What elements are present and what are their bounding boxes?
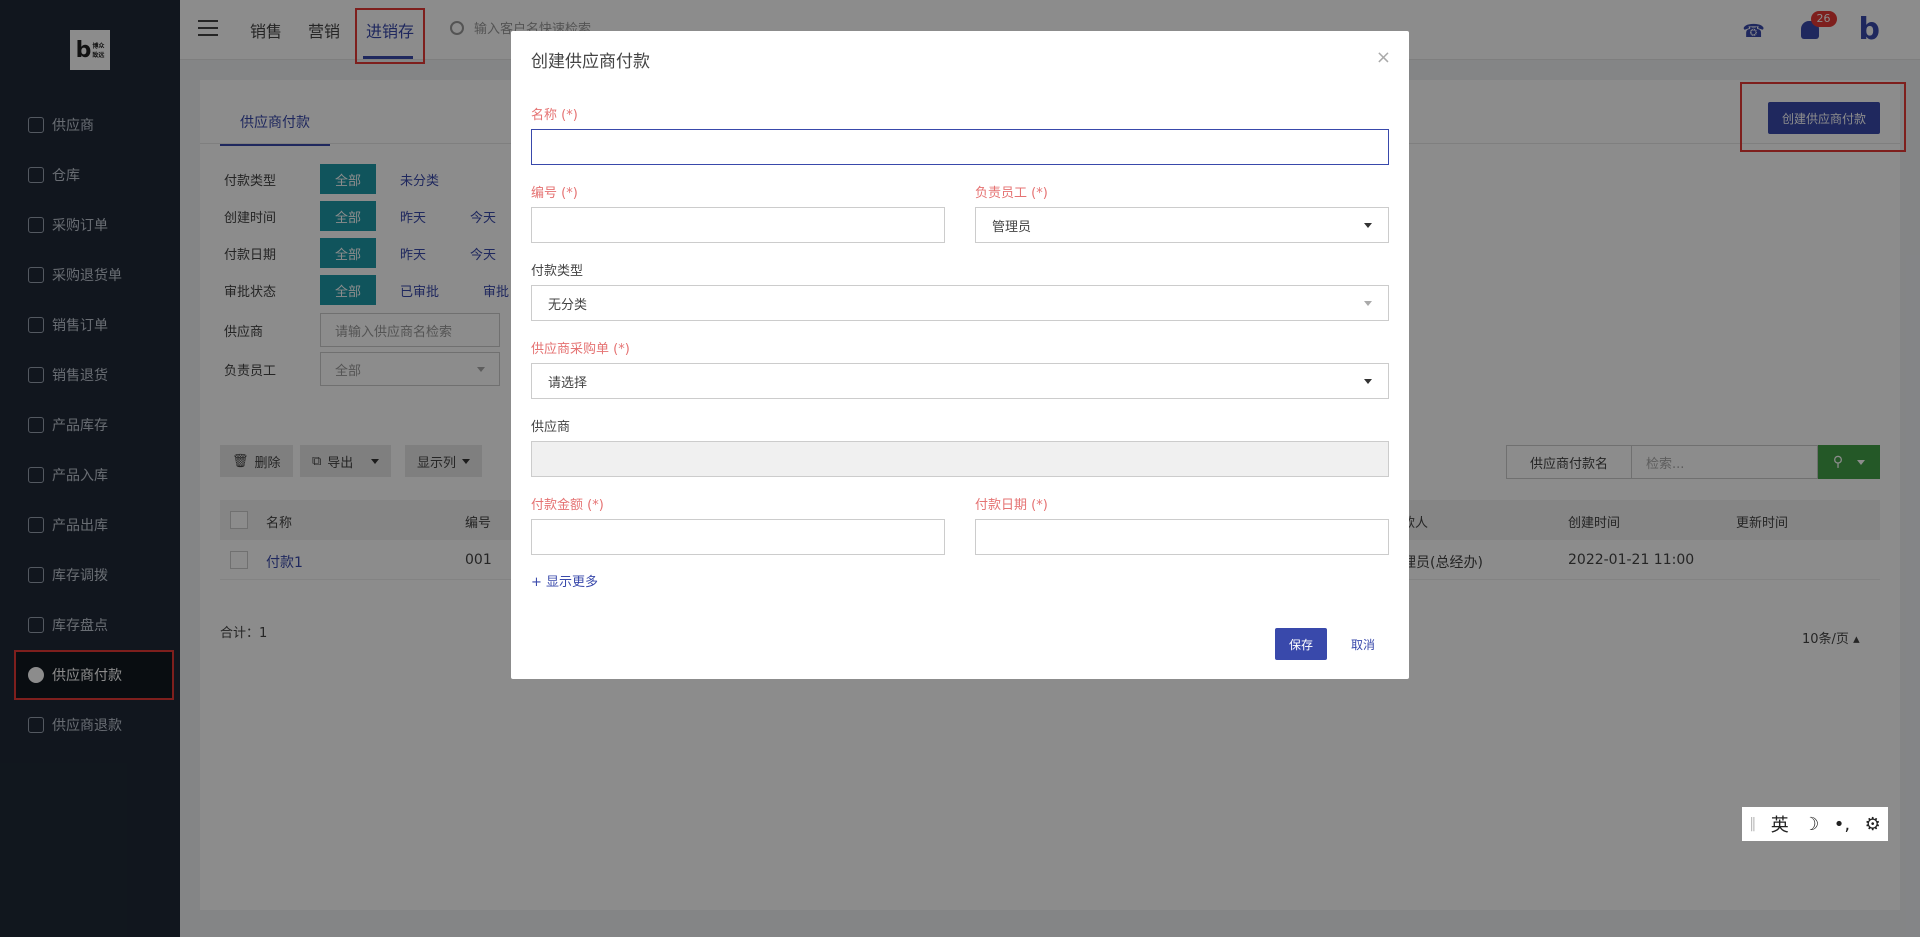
chevron-down-icon	[1364, 378, 1372, 384]
supplier-input	[531, 441, 1389, 477]
close-icon[interactable]: ×	[1376, 47, 1391, 68]
amount-input[interactable]	[531, 519, 945, 555]
supplier-label: 供应商	[531, 420, 571, 435]
owner-label: 负责员工 (*)	[975, 186, 1048, 201]
dialog-title: 创建供应商付款	[531, 52, 650, 72]
po-select[interactable]: 请选择	[531, 363, 1389, 399]
date-input[interactable]	[975, 519, 1389, 555]
chevron-down-icon	[1364, 300, 1372, 306]
cancel-button[interactable]: 取消	[1351, 636, 1375, 653]
owner-value: 管理员	[992, 219, 1032, 235]
moon-icon[interactable]: ☽	[1803, 814, 1819, 835]
pay-type-select[interactable]: 无分类	[531, 285, 1389, 321]
date-label: 付款日期 (*)	[975, 498, 1048, 513]
pay-type-label: 付款类型	[531, 264, 584, 279]
name-input[interactable]	[531, 129, 1389, 165]
show-more-link[interactable]: + 显示更多	[531, 571, 598, 590]
owner-select[interactable]: 管理员	[975, 207, 1389, 243]
pay-type-value: 无分类	[548, 297, 588, 313]
amount-label: 付款金额 (*)	[531, 498, 604, 513]
po-label: 供应商采购单 (*)	[531, 342, 630, 357]
chevron-down-icon	[1364, 222, 1372, 228]
po-value: 请选择	[548, 375, 588, 391]
code-input[interactable]	[531, 207, 945, 243]
code-label: 编号 (*)	[531, 186, 578, 201]
name-label: 名称 (*)	[531, 108, 578, 123]
punctuation-icon[interactable]: •,	[1834, 814, 1850, 835]
drag-handle-icon[interactable]: ‖	[1749, 816, 1756, 832]
save-button[interactable]: 保存	[1275, 628, 1327, 660]
ime-toolbar: ‖ 英 ☽ •, ⚙	[1742, 807, 1888, 841]
app-root: b 博众 致远 供应商 仓库 采购订单 采购退货单 销售订单 销售退货 产品库存 …	[0, 0, 1920, 937]
create-payment-dialog: 创建供应商付款 × 名称 (*) 编号 (*) 负责员工 (*) 管理员 付款类…	[511, 31, 1409, 679]
gear-icon[interactable]: ⚙	[1865, 814, 1881, 835]
ime-language-toggle[interactable]: 英	[1771, 811, 1789, 837]
